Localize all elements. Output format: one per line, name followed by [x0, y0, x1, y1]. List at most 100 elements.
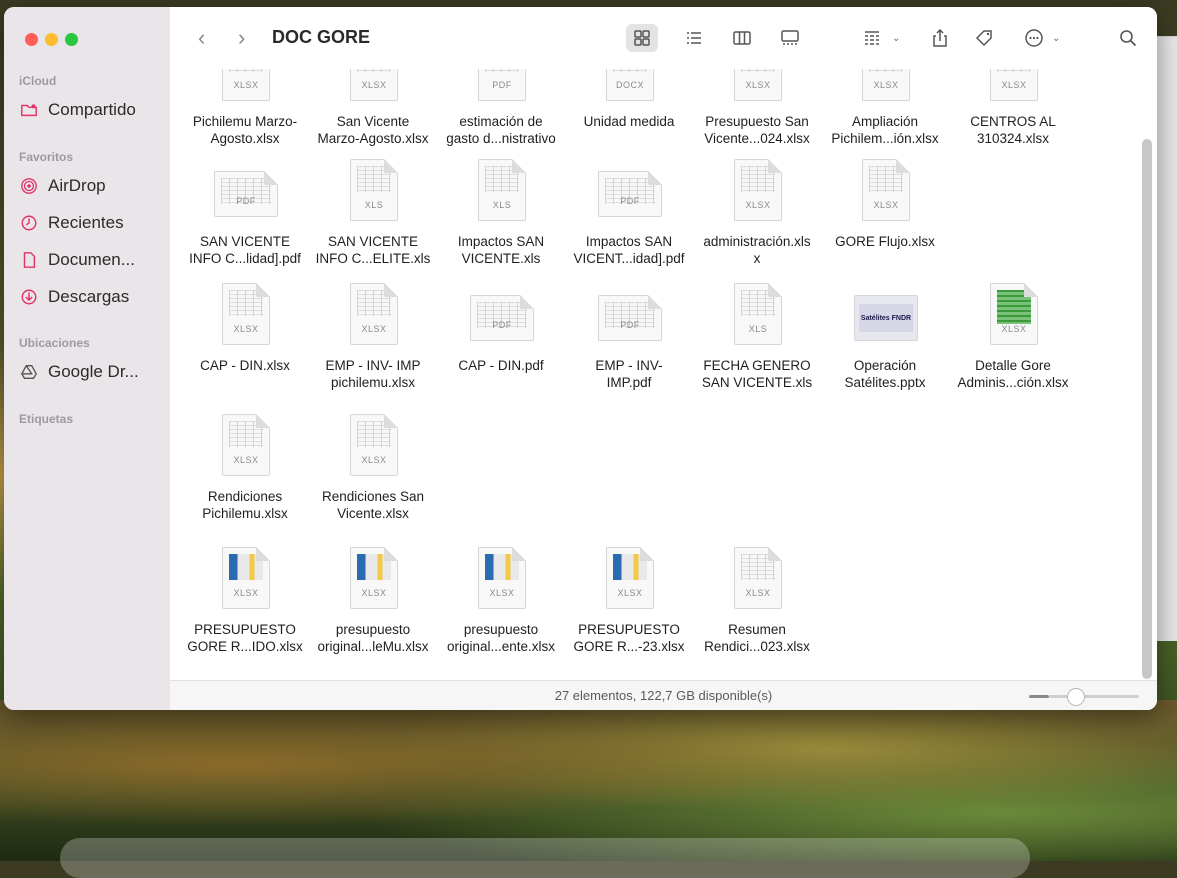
file-name-line: CAP - DIN.pdf: [458, 358, 544, 373]
minimize-window-button[interactable]: [45, 33, 58, 46]
file-item[interactable]: XLSX Rendiciones San Vicente.xlsx: [308, 414, 438, 522]
file-name-line: GORE Flujo.xlsx: [835, 234, 935, 249]
file-item[interactable]: XLSX PRESUPUESTO GORE R...IDO.xlsx: [180, 547, 310, 655]
file-item[interactable]: DOCX Unidad medida: [564, 69, 694, 130]
sidebar-item-recientes[interactable]: Recientes: [18, 210, 124, 236]
file-name: SAN VICENTE INFO C...ELITE.xls: [308, 233, 438, 267]
file-name: San Vicente Marzo-Agosto.xlsx: [308, 113, 438, 147]
sidebar-item-google-drive[interactable]: Google Dr...: [18, 359, 139, 385]
page-fold: [648, 171, 662, 185]
file-item[interactable]: PDF estimación de gasto d...nistrativo: [436, 69, 566, 147]
chevron-down-icon: ⌄: [1052, 33, 1061, 44]
list-view-button[interactable]: [682, 26, 706, 50]
file-item[interactable]: PDF Impactos SAN VICENT...idad].pdf: [564, 159, 694, 267]
file-item[interactable]: PDF CAP - DIN.pdf: [436, 283, 566, 374]
file-item[interactable]: XLSX PRESUPUESTO GORE R...-23.xlsx: [564, 547, 694, 655]
back-button[interactable]: ‹: [198, 25, 205, 51]
sidebar-item-compartido[interactable]: Compartido: [18, 97, 136, 123]
file-name: Impactos SAN VICENT...idad].pdf: [564, 233, 694, 267]
file-item[interactable]: XLS Impactos SAN VICENTE.xls: [436, 159, 566, 267]
file-item[interactable]: XLSX CENTROS AL 310324.xlsx: [948, 69, 1078, 147]
file-name: CAP - DIN.pdf: [436, 357, 566, 374]
pdf-file-icon: PDF: [214, 171, 278, 217]
zoom-window-button[interactable]: [65, 33, 78, 46]
file-type-label: XLSX: [873, 200, 899, 210]
file-item[interactable]: XLSX Detalle Gore Adminis...ción.xlsx: [948, 283, 1078, 391]
page-fold: [512, 159, 526, 173]
more-actions-button[interactable]: [1022, 26, 1046, 50]
file-item[interactable]: XLSX Ampliación Pichilem...ión.xlsx: [820, 69, 950, 147]
icon-size-slider-knob[interactable]: [1067, 688, 1085, 706]
file-item[interactable]: XLSX Pichilemu Marzo- Agosto.xlsx: [180, 69, 310, 147]
file-name-line: CAP - DIN.xlsx: [200, 358, 290, 373]
page-fold: [264, 171, 278, 185]
page-fold: [256, 283, 270, 297]
search-button[interactable]: [1116, 26, 1140, 50]
file-thumbnail: XLSX: [598, 547, 660, 617]
file-item[interactable]: XLSX presupuesto original...leMu.xlsx: [308, 547, 438, 655]
file-name-line: original...ente.xlsx: [446, 639, 556, 654]
file-thumbnail: XLSX: [214, 547, 276, 617]
xlsx-file-icon: XLSX: [222, 414, 270, 476]
file-item[interactable]: XLSX GORE Flujo.xlsx: [820, 159, 950, 250]
file-item[interactable]: XLSX San Vicente Marzo-Agosto.xlsx: [308, 69, 438, 147]
file-item[interactable]: XLS SAN VICENTE INFO C...ELITE.xls: [308, 159, 438, 267]
file-thumbnail: XLSX: [982, 283, 1044, 353]
icon-view-button[interactable]: [626, 24, 658, 52]
file-thumbnail: XLSX: [726, 159, 788, 229]
file-name: EMP - INV- IMP.pdf: [564, 357, 694, 391]
file-item[interactable]: PDF SAN VICENTE INFO C...lidad].pdf: [180, 159, 310, 267]
file-thumbnail: XLSX: [342, 283, 404, 353]
file-name-line: original...leMu.xlsx: [317, 639, 429, 654]
forward-button[interactable]: ›: [238, 25, 245, 51]
gallery-icon: [781, 30, 799, 45]
sidebar-item-label: Recientes: [48, 213, 124, 232]
page-fold: [1024, 283, 1038, 297]
file-item[interactable]: XLSX presupuesto original...ente.xlsx: [436, 547, 566, 655]
sidebar-item-label: Documen...: [48, 250, 135, 269]
file-name-line: Operación: [853, 358, 917, 373]
vertical-scrollbar[interactable]: [1142, 139, 1152, 679]
file-item[interactable]: PDF EMP - INV- IMP.pdf: [564, 283, 694, 391]
gallery-view-button[interactable]: [778, 26, 802, 50]
file-item[interactable]: XLSX CAP - DIN.xlsx: [180, 283, 310, 374]
sidebar-item-descargas[interactable]: Descargas: [18, 284, 129, 310]
file-name-line: Detalle Gore: [975, 358, 1051, 373]
tag-button[interactable]: [972, 26, 996, 50]
file-name-line: IMP.pdf: [606, 375, 652, 390]
column-view-button[interactable]: [730, 26, 754, 50]
file-item[interactable]: XLSX Resumen Rendici...023.xlsx: [692, 547, 822, 655]
status-bar: 27 elementos, 122,7 GB disponible(s): [170, 680, 1157, 710]
file-name-line: Rendici...023.xlsx: [704, 639, 810, 654]
sidebar-item-airdrop[interactable]: AirDrop: [18, 173, 106, 199]
pdf-file-icon: PDF: [598, 171, 662, 217]
sidebar-item-documentos[interactable]: Documen...: [18, 247, 135, 273]
file-item[interactable]: XLSX Rendiciones Pichilemu.xlsx: [180, 414, 310, 522]
list-icon: [687, 32, 701, 44]
file-type-label: XLSX: [745, 200, 771, 210]
xlsx-file-icon: XLSX: [862, 69, 910, 101]
document-preview: [741, 69, 775, 72]
group-by-button[interactable]: [860, 26, 884, 50]
file-item[interactable]: XLSX Presupuesto San Vicente...024.xlsx: [692, 69, 822, 147]
file-name-line: administración.xls: [703, 234, 811, 249]
file-name-line: VICENT...idad].pdf: [573, 251, 685, 266]
file-type-label: XLSX: [233, 588, 259, 598]
icon-size-slider[interactable]: [1049, 695, 1139, 698]
share-button[interactable]: [928, 26, 952, 50]
close-window-button[interactable]: [25, 33, 38, 46]
file-thumbnail: XLSX: [342, 547, 404, 617]
file-name: presupuesto original...leMu.xlsx: [308, 621, 438, 655]
file-item[interactable]: XLS FECHA GENERO SAN VICENTE.xls: [692, 283, 822, 391]
file-name-line: Ampliación: [851, 114, 919, 129]
document-preview: [357, 69, 391, 72]
file-name: Rendiciones Pichilemu.xlsx: [180, 488, 310, 522]
xls-file-icon: XLS: [478, 159, 526, 221]
file-name: PRESUPUESTO GORE R...-23.xlsx: [564, 621, 694, 655]
file-item[interactable]: XLSX EMP - INV- IMP pichilemu.xlsx: [308, 283, 438, 391]
pptx-file-icon: Satélites FNDR: [854, 295, 918, 341]
document-preview: [229, 69, 263, 72]
file-item[interactable]: XLSX administración.xls x: [692, 159, 822, 267]
file-item[interactable]: Satélites FNDR Operación Satélites.pptx: [820, 283, 950, 391]
xlsx-file-icon: XLSX: [222, 547, 270, 609]
